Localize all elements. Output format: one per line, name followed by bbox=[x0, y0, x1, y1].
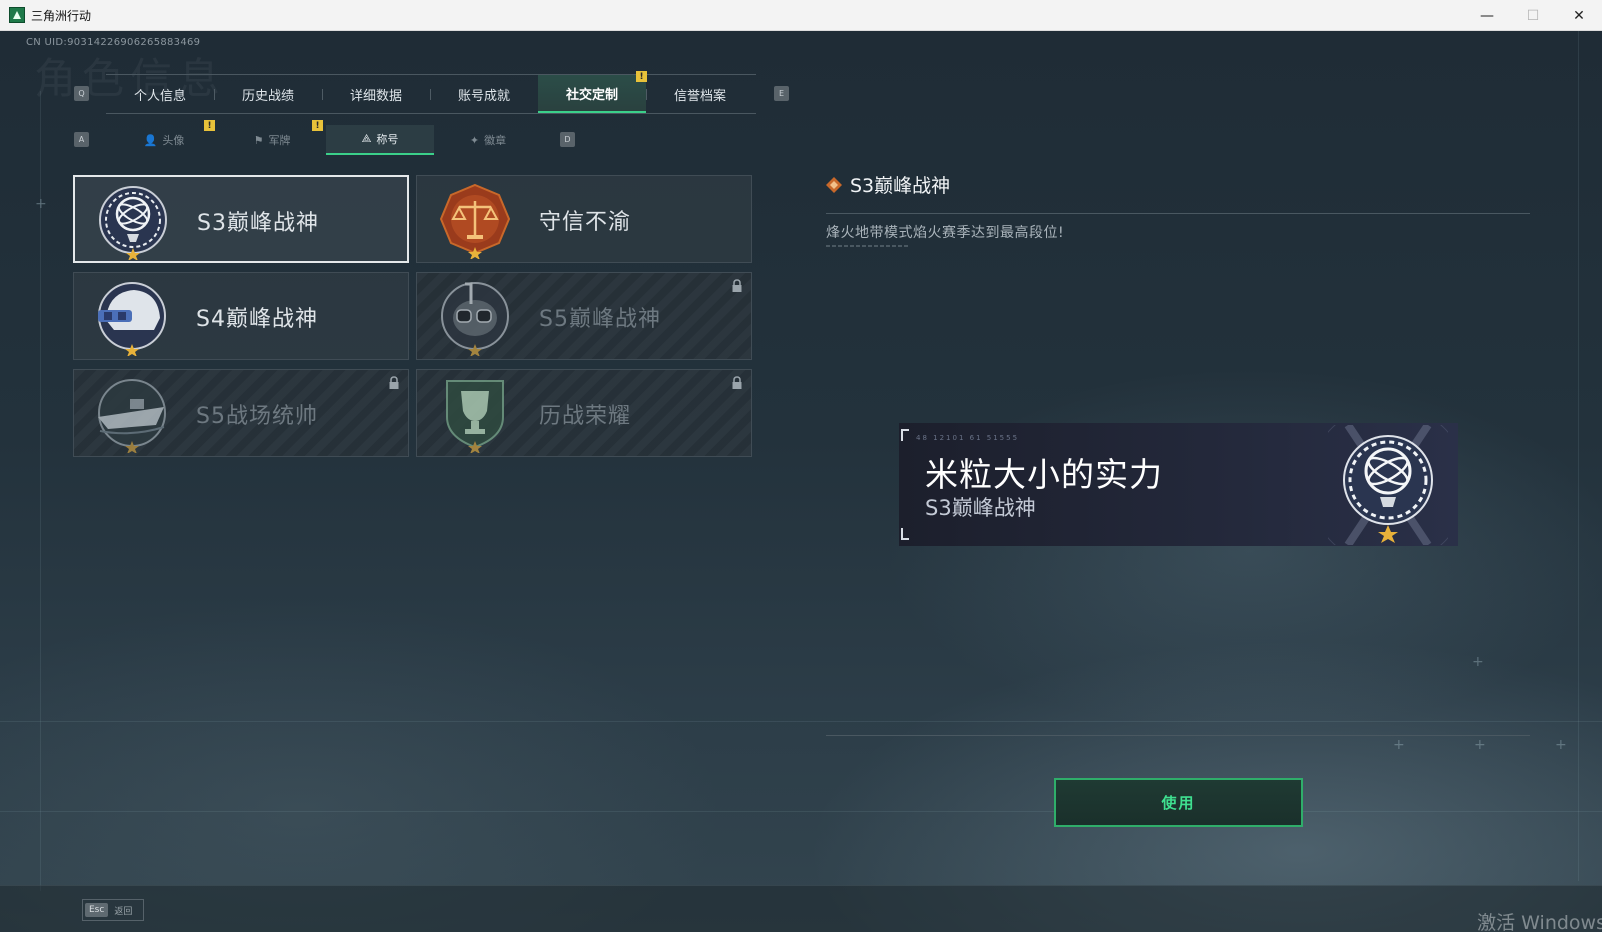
title-card-s5-commander[interactable]: S5战场统帅 bbox=[73, 369, 409, 457]
notification-badge: ! bbox=[312, 120, 323, 131]
title-card-name: S4巅峰战神 bbox=[196, 307, 318, 332]
divider bbox=[826, 735, 1530, 736]
medal-icon: ✦ bbox=[469, 133, 480, 147]
title-card-s5-peak[interactable]: S5巅峰战神 bbox=[416, 272, 752, 360]
maximize-button[interactable]: ☐ bbox=[1510, 0, 1556, 31]
subtab-title[interactable]: ⟁ 称号 bbox=[326, 125, 434, 155]
subtab-avatar[interactable]: 👤 头像 bbox=[110, 125, 218, 155]
back-button[interactable]: Esc 返回 bbox=[82, 899, 144, 921]
grid-line bbox=[1578, 31, 1579, 881]
detail-title-text: S3巅峰战神 bbox=[850, 175, 951, 197]
person-icon: 👤 bbox=[143, 133, 158, 147]
scales-emblem-icon bbox=[439, 183, 511, 259]
prev-subtab-key-hint[interactable]: A bbox=[74, 132, 89, 147]
lock-icon bbox=[732, 376, 742, 389]
diver-emblem-icon bbox=[441, 282, 509, 356]
detail-title: S3巅峰战神 bbox=[826, 171, 950, 198]
title-icon: ⟁ bbox=[361, 132, 372, 145]
plus-marker-icon: + bbox=[1474, 737, 1486, 753]
lock-icon bbox=[732, 279, 742, 292]
windows-activation-watermark: 激活 Windows bbox=[1477, 912, 1602, 932]
close-button[interactable]: ✕ bbox=[1556, 0, 1602, 31]
prev-tab-key-hint[interactable]: Q bbox=[74, 86, 89, 101]
minimize-button[interactable]: — bbox=[1464, 0, 1510, 31]
window-controls: — ☐ ✕ bbox=[1464, 0, 1602, 31]
game-canvas: + + + + + 角色信息 CN UID:903142269062658834… bbox=[0, 31, 1602, 932]
title-card-battle-glory[interactable]: 历战荣耀 bbox=[416, 369, 752, 457]
tab-personal-info[interactable]: 个人信息 bbox=[106, 75, 214, 113]
esc-key-hint: Esc bbox=[85, 903, 109, 917]
banner-code: 48 12101 61 51555 bbox=[916, 434, 1020, 442]
dogtag-icon: ⚑ bbox=[253, 133, 264, 147]
grid-line bbox=[0, 721, 1602, 722]
title-card-name: 历战荣耀 bbox=[539, 404, 632, 429]
footer-bar: Esc 返回 激活 Windows bbox=[0, 885, 1602, 932]
title-card-name: S5巅峰战神 bbox=[539, 307, 661, 332]
sub-tab-bar: 👤 头像 ⚑ 军牌 ⟁ 称号 ✦ 徽章 bbox=[110, 125, 542, 155]
boat-emblem-icon bbox=[98, 379, 166, 453]
decor-dashes bbox=[826, 245, 908, 247]
title-banner-preview: 48 12101 61 51555 米粒大小的实力 S3巅峰战神 bbox=[899, 423, 1458, 546]
player-uid: CN UID:9031422690626588346​9 bbox=[26, 37, 201, 48]
title-card-name: 守信不渝 bbox=[539, 210, 632, 235]
armillary-emblem-icon bbox=[99, 186, 167, 260]
tab-match-history[interactable]: 历史战绩 bbox=[214, 75, 322, 113]
notification-badge: ! bbox=[204, 120, 215, 131]
notification-badge: ! bbox=[636, 71, 647, 82]
tab-achievements[interactable]: 账号成就 bbox=[430, 75, 538, 113]
detail-description: 烽火地带模式焰火赛季达到最高段位! bbox=[826, 225, 1065, 241]
title-card-trustworthy[interactable]: 守信不渝 bbox=[416, 175, 752, 263]
next-tab-key-hint[interactable]: E bbox=[774, 86, 789, 101]
window-title: 三角洲行动 bbox=[31, 8, 92, 23]
armillary-emblem-icon bbox=[1328, 425, 1448, 545]
app-logo-icon bbox=[9, 7, 25, 23]
corner-bracket bbox=[901, 429, 909, 441]
banner-title: S3巅峰战神 bbox=[925, 496, 1036, 520]
subtab-dogtag[interactable]: ⚑ 军牌 bbox=[218, 125, 326, 155]
main-tab-bar: 个人信息 历史战绩 详细数据 账号成就 社交定制 信誉档案 bbox=[106, 74, 756, 114]
next-subtab-key-hint[interactable]: D bbox=[560, 132, 575, 147]
lock-icon bbox=[389, 376, 399, 389]
tab-credit-record[interactable]: 信誉档案 bbox=[646, 75, 754, 113]
plus-marker-icon: + bbox=[1393, 737, 1405, 753]
subtab-medal[interactable]: ✦ 徽章 bbox=[434, 125, 542, 155]
helmet-emblem-icon bbox=[98, 282, 166, 356]
title-card-s4-peak[interactable]: S4巅峰战神 bbox=[73, 272, 409, 360]
plus-marker-icon: + bbox=[35, 196, 47, 212]
plus-marker-icon: + bbox=[1472, 654, 1484, 670]
grid-line bbox=[0, 811, 1602, 812]
divider bbox=[826, 213, 1530, 214]
tab-social-custom[interactable]: 社交定制 bbox=[538, 75, 646, 113]
title-card-name: S3巅峰战神 bbox=[197, 211, 319, 236]
banner-player-name: 米粒大小的实力 bbox=[925, 455, 1163, 494]
title-card-s3-peak[interactable]: S3巅峰战神 bbox=[73, 175, 409, 263]
back-label: 返回 bbox=[114, 906, 133, 917]
window-titlebar: 三角洲行动 — ☐ ✕ bbox=[0, 0, 1602, 31]
title-card-name: S5战场统帅 bbox=[196, 404, 318, 429]
trophy-emblem-icon bbox=[446, 380, 504, 453]
plus-marker-icon: + bbox=[1555, 737, 1567, 753]
use-button[interactable]: 使用 bbox=[1054, 778, 1303, 827]
corner-bracket bbox=[901, 528, 909, 540]
diamond-marker-icon bbox=[826, 176, 842, 193]
tab-detailed-stats[interactable]: 详细数据 bbox=[322, 75, 430, 113]
